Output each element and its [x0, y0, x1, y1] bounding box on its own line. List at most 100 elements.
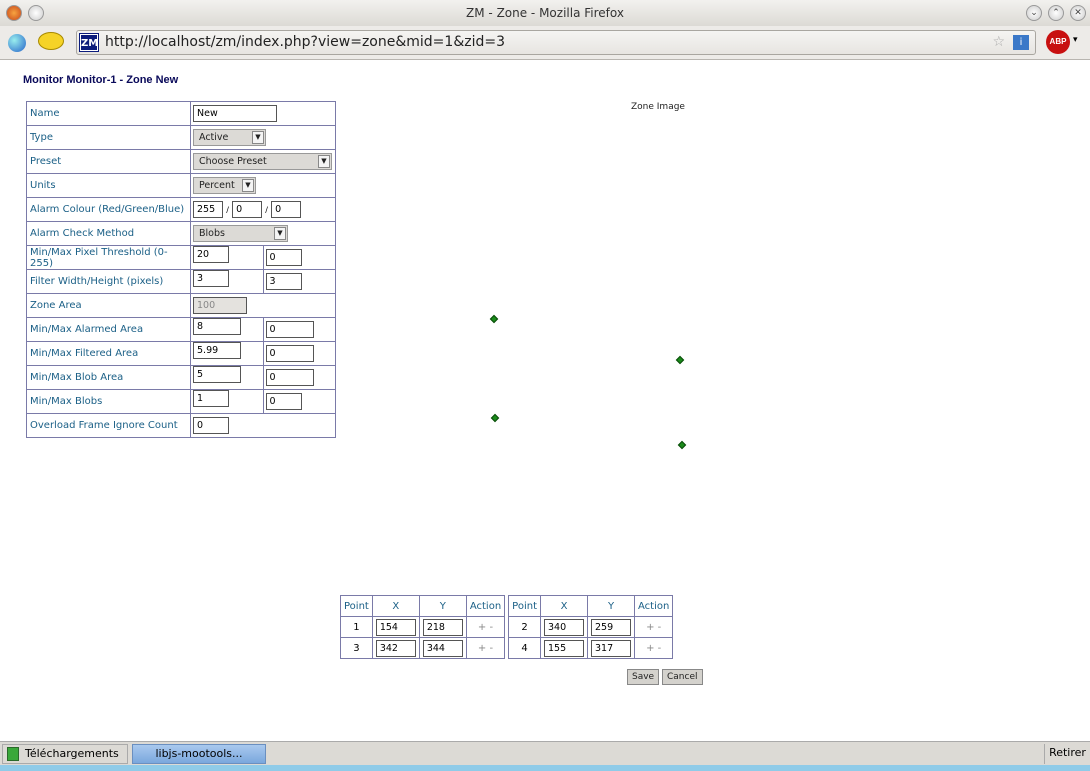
info-icon[interactable]: i: [1013, 35, 1029, 50]
alarm-colour-label: Alarm Colour (Red/Green/Blue): [26, 197, 191, 222]
point-number: 2: [508, 616, 542, 638]
pixel-threshold-max-input[interactable]: [265, 249, 302, 266]
point-2-x-input[interactable]: [544, 618, 585, 636]
overload-label: Overload Frame Ignore Count: [26, 413, 191, 438]
point-number: 1: [340, 616, 373, 638]
zone-point-3-handle[interactable]: [677, 440, 687, 450]
taskbar-strip: [0, 765, 1090, 771]
chevron-down-icon[interactable]: ▾: [1073, 35, 1078, 45]
type-label: Type: [26, 125, 191, 150]
alarmed-area-label: Min/Max Alarmed Area: [26, 317, 191, 342]
type-value: Active: [199, 132, 229, 143]
filter-size-label: Filter Width/Height (pixels): [26, 269, 191, 294]
separator: /: [226, 205, 229, 215]
alarm-red-input[interactable]: [193, 201, 223, 218]
zone-point-2-handle[interactable]: [675, 355, 685, 365]
point-1-y-input[interactable]: [422, 618, 463, 636]
header-y: Y: [587, 595, 636, 617]
zone-settings-form: Name Type Active ▼ Preset Choose Preset ▼ Un…: [26, 101, 336, 438]
download-item[interactable]: libjs-mootools...: [132, 744, 266, 764]
filtered-area-min-input[interactable]: [193, 342, 241, 359]
point-3-x-input[interactable]: [375, 639, 416, 657]
row-filtered-area: Min/Max Filtered Area: [26, 341, 336, 366]
blobs-min-input[interactable]: [193, 390, 229, 407]
blob-area-max-input[interactable]: [265, 369, 314, 386]
header-point: Point: [340, 595, 373, 617]
table-row: 1+ - 2+ -: [340, 616, 674, 638]
filtered-area-max-input[interactable]: [265, 345, 314, 362]
blob-area-min-input[interactable]: [193, 366, 241, 383]
row-overload: Overload Frame Ignore Count: [26, 413, 336, 438]
header-x: X: [371, 595, 420, 617]
close-button[interactable]: ✕: [1070, 5, 1086, 21]
check-method-value: Blobs: [199, 228, 225, 239]
units-label: Units: [26, 173, 191, 198]
page-title: Monitor Monitor-1 - Zone New: [23, 74, 179, 86]
point-1-x-input[interactable]: [375, 618, 416, 636]
globe-icon[interactable]: [8, 34, 26, 52]
chevron-down-icon: ▼: [242, 179, 254, 192]
preset-select[interactable]: Choose Preset ▼: [193, 153, 332, 170]
cancel-button[interactable]: Cancel: [662, 669, 703, 685]
row-check-method: Alarm Check Method Blobs ▼: [26, 221, 336, 246]
point-4-x-input[interactable]: [544, 639, 585, 657]
window-titlebar: ZM - Zone - Mozilla Firefox ⌄ ⌃ ✕: [0, 0, 1090, 26]
row-alarmed-area: Min/Max Alarmed Area: [26, 317, 336, 342]
chevron-down-icon: ▼: [318, 155, 330, 168]
table-row: 3+ - 4+ -: [340, 637, 674, 659]
bookmark-star-icon[interactable]: ☆: [992, 31, 1005, 54]
filtered-area-label: Min/Max Filtered Area: [26, 341, 191, 366]
row-type: Type Active ▼: [26, 125, 336, 150]
alarmed-area-max-input[interactable]: [265, 321, 314, 338]
alarm-green-input[interactable]: [232, 201, 263, 218]
zone-point-4-handle[interactable]: [490, 413, 500, 423]
row-units: Units Percent ▼: [26, 173, 336, 198]
point-2-actions[interactable]: + -: [634, 616, 674, 638]
header-y: Y: [418, 595, 467, 617]
row-pixel-threshold: Min/Max Pixel Threshold (0-255): [26, 245, 336, 270]
address-bar[interactable]: ZM http://localhost/zm/index.php?view=zo…: [76, 30, 1036, 55]
adblock-icon[interactable]: ABP: [1046, 30, 1070, 54]
type-select[interactable]: Active ▼: [193, 129, 266, 146]
maximize-button[interactable]: ⌃: [1048, 5, 1064, 21]
window-menu-button[interactable]: [28, 5, 44, 21]
header-point: Point: [508, 595, 542, 617]
point-4-actions[interactable]: + -: [634, 637, 674, 659]
row-filter-size: Filter Width/Height (pixels): [26, 269, 336, 294]
zone-image-label: Zone Image: [631, 102, 685, 112]
alarmed-area-min-input[interactable]: [193, 318, 241, 335]
name-label: Name: [26, 101, 191, 126]
blobs-max-input[interactable]: [265, 393, 302, 410]
firefox-icon[interactable]: [6, 5, 22, 21]
filter-height-input[interactable]: [265, 273, 302, 290]
save-button[interactable]: Save: [627, 669, 660, 685]
point-4-y-input[interactable]: [591, 639, 632, 657]
alarm-blue-input[interactable]: [271, 201, 302, 218]
window-title: ZM - Zone - Mozilla Firefox: [466, 6, 624, 20]
overload-input[interactable]: [193, 417, 229, 434]
name-input[interactable]: [193, 105, 277, 122]
point-2-y-input[interactable]: [591, 618, 632, 636]
units-select[interactable]: Percent ▼: [193, 177, 256, 194]
check-method-select[interactable]: Blobs ▼: [193, 225, 288, 242]
row-blob-area: Min/Max Blob Area: [26, 365, 336, 390]
downloads-statusbar: Téléchargements libjs-mootools... Retire…: [0, 741, 1090, 765]
point-3-actions[interactable]: + -: [465, 637, 506, 659]
pixel-threshold-min-input[interactable]: [193, 246, 229, 263]
point-3-y-input[interactable]: [422, 639, 463, 657]
points-header-row: Point X Y Action Point X Y Action: [340, 595, 674, 617]
filter-width-input[interactable]: [193, 270, 229, 287]
fish-icon[interactable]: [38, 32, 64, 50]
dismiss-button[interactable]: Retirer: [1044, 744, 1090, 764]
downloads-button[interactable]: Téléchargements: [2, 744, 128, 764]
row-name: Name: [26, 101, 336, 126]
minimize-button[interactable]: ⌄: [1026, 5, 1042, 21]
preset-label: Preset: [26, 149, 191, 174]
zone-area-input: [193, 297, 247, 314]
zone-points-table: PointXYAction PointXYAction 1+ - 2+ - 3+…: [340, 595, 674, 659]
chevron-down-icon: ▼: [252, 131, 264, 144]
zone-point-1-handle[interactable]: [489, 314, 499, 324]
point-1-actions[interactable]: + -: [465, 616, 506, 638]
zone-area-label: Zone Area: [26, 293, 191, 318]
blob-area-label: Min/Max Blob Area: [26, 365, 191, 390]
